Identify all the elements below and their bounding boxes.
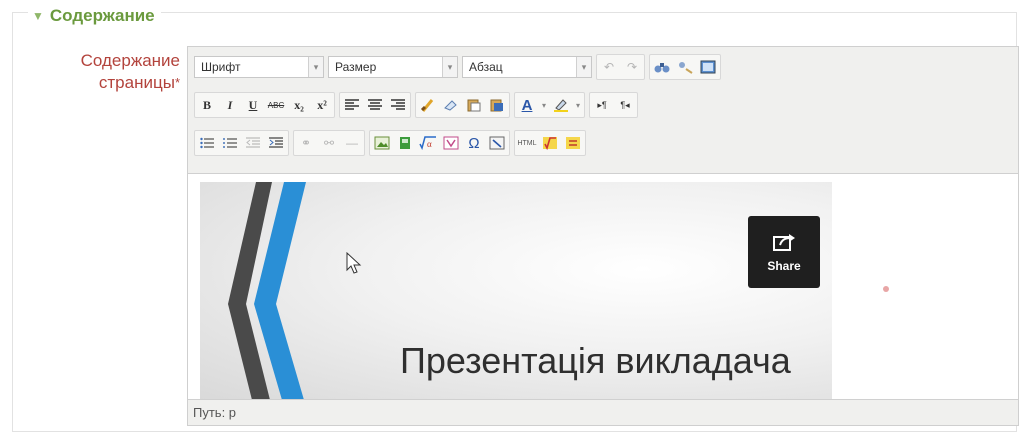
format-group: B I U ABC x₂ x²	[194, 92, 335, 118]
required-mark: *	[174, 75, 180, 90]
bold-button[interactable]: B	[196, 94, 218, 116]
align-center-icon[interactable]	[364, 94, 386, 116]
html-icon[interactable]: HTML	[516, 132, 538, 154]
link-icon[interactable]: ⚭	[295, 132, 317, 154]
align-left-icon[interactable]	[341, 94, 363, 116]
format-select[interactable]: Абзац ▾	[462, 56, 592, 78]
nonbreaking-icon[interactable]	[440, 132, 462, 154]
toolbar-row-3: ⚭ ⚯ — α Ω HTML	[194, 130, 586, 156]
redo-icon[interactable]: ↷	[621, 56, 643, 78]
tools-group	[415, 92, 510, 118]
format-select-value: Абзац	[469, 60, 503, 74]
field-label-line2: страницы	[98, 73, 175, 92]
bullet-list-icon[interactable]	[196, 132, 218, 154]
chevron-down-icon[interactable]: ▾	[442, 57, 457, 77]
marker-dot	[883, 286, 889, 292]
list-group	[194, 130, 289, 156]
italic-button[interactable]: I	[219, 94, 241, 116]
insert-group: α Ω	[369, 130, 510, 156]
rich-text-editor: Шрифт ▾ Размер ▾ Абзац ▾ ↶ ↷ B I U ABC x…	[187, 46, 1019, 426]
toolbar-row-1: Шрифт ▾ Размер ▾ Абзац ▾ ↶ ↷	[194, 54, 721, 80]
outdent-icon[interactable]	[242, 132, 264, 154]
extra-group: HTML	[514, 130, 586, 156]
insert-media-icon[interactable]	[394, 132, 416, 154]
svg-text:α: α	[427, 139, 432, 149]
paste-word-icon[interactable]	[486, 94, 508, 116]
eraser-icon[interactable]	[440, 94, 462, 116]
search-group	[649, 54, 721, 80]
color-group: A ▾ ▾	[514, 92, 585, 118]
section-legend[interactable]: ▼ Содержание	[28, 6, 161, 26]
link-group: ⚭ ⚯ —	[293, 130, 365, 156]
path-text: Путь: p	[193, 405, 237, 420]
element-path-bar: Путь: p	[188, 399, 1018, 425]
insert-image-icon[interactable]	[371, 132, 393, 154]
mouse-cursor-icon	[346, 252, 362, 274]
find-icon[interactable]	[651, 56, 673, 78]
special-char-icon[interactable]: Ω	[463, 132, 485, 154]
size-select[interactable]: Размер ▾	[328, 56, 458, 78]
subscript-button[interactable]: x₂	[288, 94, 310, 116]
unlink-icon[interactable]: ⚯	[318, 132, 340, 154]
table-icon[interactable]	[486, 132, 508, 154]
align-group	[339, 92, 411, 118]
chevron-down-icon[interactable]: ▾	[539, 94, 549, 116]
replace-icon[interactable]	[674, 56, 696, 78]
numbered-list-icon[interactable]	[219, 132, 241, 154]
collapse-triangle-icon[interactable]: ▼	[32, 9, 44, 23]
chevron-down-icon[interactable]: ▾	[573, 94, 583, 116]
superscript-button[interactable]: x²	[311, 94, 333, 116]
share-icon	[773, 234, 795, 251]
equation-icon[interactable]: α	[417, 132, 439, 154]
embedded-presentation[interactable]: Share Презентація викладача	[200, 182, 832, 400]
tex-icon[interactable]	[539, 132, 561, 154]
indent-icon[interactable]	[265, 132, 287, 154]
size-select-value: Размер	[335, 60, 377, 74]
font-select[interactable]: Шрифт ▾	[194, 56, 324, 78]
editor-content[interactable]: Share Презентація викладача	[188, 173, 1018, 400]
toolbar-row-2: B I U ABC x₂ x² A ▾ ▾ ▸¶ ¶◂	[194, 92, 638, 118]
chevron-down-icon[interactable]: ▾	[308, 57, 323, 77]
strikethrough-button[interactable]: ABC	[265, 94, 287, 116]
align-right-icon[interactable]	[387, 94, 409, 116]
fullscreen-icon[interactable]	[697, 56, 719, 78]
font-select-value: Шрифт	[201, 60, 241, 74]
field-label: Содержание страницы*	[40, 50, 180, 94]
undo-icon[interactable]: ↶	[598, 56, 620, 78]
slide-title: Презентація викладача	[400, 340, 791, 381]
spellcheck-icon[interactable]	[562, 132, 584, 154]
share-button[interactable]: Share	[748, 216, 820, 288]
clean-up-icon[interactable]	[417, 94, 439, 116]
rtl-icon[interactable]: ¶◂	[614, 94, 636, 116]
direction-group: ▸¶ ¶◂	[589, 92, 638, 118]
share-label: Share	[767, 259, 801, 273]
section-title: Содержание	[49, 6, 155, 25]
highlight-color-icon[interactable]	[550, 94, 572, 116]
font-color-button[interactable]: A	[516, 94, 538, 116]
underline-button[interactable]: U	[242, 94, 264, 116]
history-group: ↶ ↷	[596, 54, 645, 80]
anchor-icon[interactable]: —	[341, 132, 363, 154]
field-label-line1: Содержание	[80, 51, 180, 70]
paste-text-icon[interactable]	[463, 94, 485, 116]
ltr-icon[interactable]: ▸¶	[591, 94, 613, 116]
chevron-down-icon[interactable]: ▾	[576, 57, 591, 77]
